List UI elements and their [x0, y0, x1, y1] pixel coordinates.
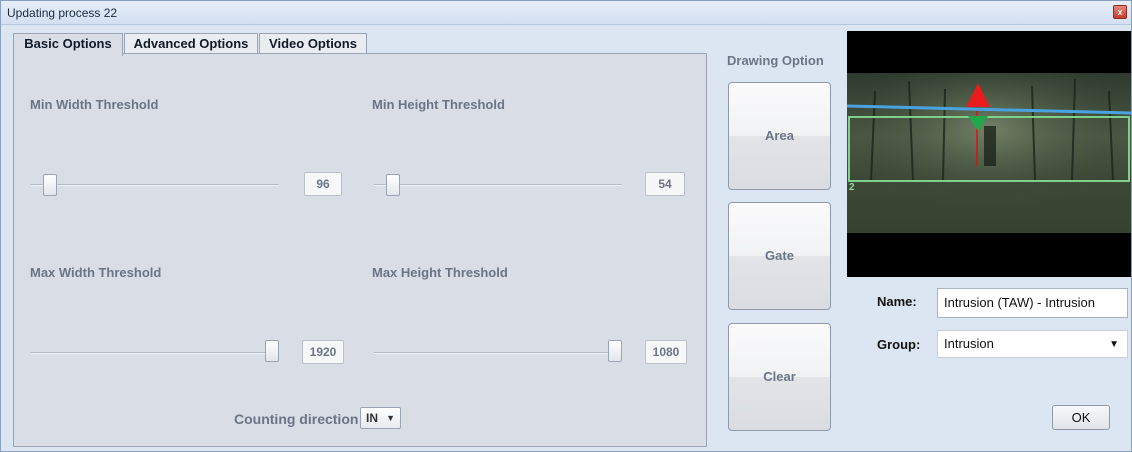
min-width-slider-track[interactable] [31, 184, 279, 186]
min-height-label: Min Height Threshold [372, 97, 505, 112]
name-field[interactable]: Intrusion (TAW) - Intrusion [937, 288, 1128, 318]
max-width-slider-thumb[interactable] [265, 340, 279, 362]
min-height-value[interactable]: 54 [645, 172, 685, 196]
zone-label: 2 [849, 182, 855, 193]
min-width-slider-thumb[interactable] [42, 174, 57, 196]
tab-video-options[interactable]: Video Options [259, 33, 367, 55]
tab-advanced-options[interactable]: Advanced Options [124, 33, 258, 55]
max-width-value[interactable]: 1920 [302, 340, 344, 364]
max-height-slider-track[interactable] [374, 352, 622, 354]
min-height-slider-track[interactable] [374, 184, 622, 186]
close-icon[interactable]: x [1113, 5, 1127, 19]
dialog-window: Updating process 22 x Basic Options Adva… [0, 0, 1132, 452]
basic-options-panel [13, 53, 707, 447]
max-height-label: Max Height Threshold [372, 265, 508, 280]
title-bar[interactable]: Updating process 22 x [1, 1, 1131, 25]
clear-button[interactable]: Clear [728, 323, 831, 431]
group-label: Group: [877, 337, 921, 352]
min-height-slider-thumb[interactable] [385, 174, 400, 196]
gate-button[interactable]: Gate [728, 202, 831, 310]
max-height-value[interactable]: 1080 [645, 340, 687, 364]
ok-button[interactable]: OK [1052, 405, 1110, 430]
min-width-value[interactable]: 96 [304, 172, 342, 196]
video-preview[interactable]: 2 [847, 31, 1131, 277]
group-select[interactable]: Intrusion ▼ [937, 330, 1128, 358]
person-silhouette [984, 126, 996, 166]
max-width-slider-track[interactable] [31, 352, 279, 354]
max-height-slider-thumb[interactable] [608, 340, 622, 362]
tab-basic-options[interactable]: Basic Options [13, 33, 123, 56]
max-width-label: Max Width Threshold [30, 265, 162, 280]
group-value: Intrusion [944, 336, 994, 351]
counting-direction-select[interactable]: IN ▼ [360, 407, 401, 429]
min-width-label: Min Width Threshold [30, 97, 159, 112]
window-title: Updating process 22 [7, 6, 118, 20]
drawing-option-title: Drawing Option [727, 53, 824, 68]
name-label: Name: [877, 294, 917, 309]
counting-direction-label: Counting direction [234, 411, 359, 427]
chevron-down-icon: ▼ [1109, 339, 1119, 350]
area-button[interactable]: Area [728, 82, 831, 190]
video-preview-canvas: 2 [847, 73, 1131, 233]
chevron-down-icon: ▼ [386, 413, 395, 423]
counting-direction-value: IN [366, 411, 378, 425]
